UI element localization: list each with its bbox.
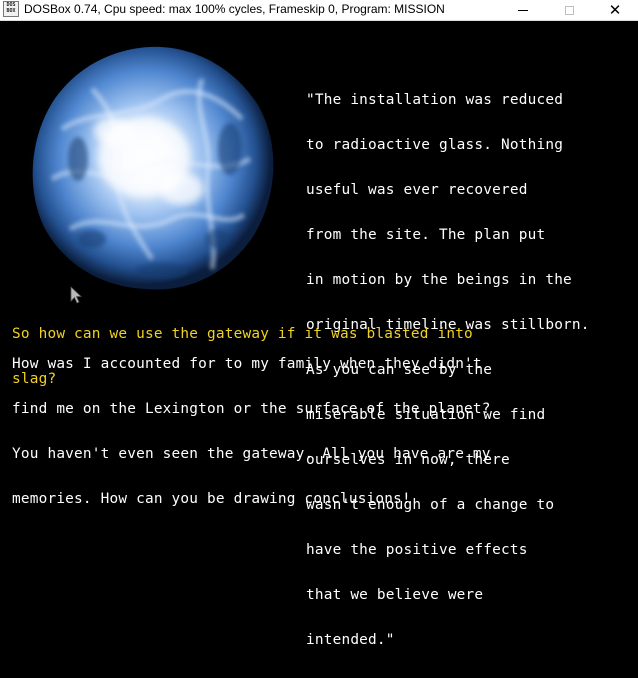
- app-icon-text-bottom: BOX: [6, 8, 16, 14]
- quote-line: have the positive effects: [306, 542, 528, 558]
- minimize-icon: [518, 9, 528, 11]
- planet-image: [22, 39, 282, 299]
- window-title: DOSBox 0.74, Cpu speed: max 100% cycles,…: [24, 2, 445, 16]
- glowing-blue-planet-icon: [26, 41, 278, 293]
- close-button[interactable]: ✕: [592, 0, 638, 20]
- maximize-icon: [564, 5, 574, 15]
- minimize-button[interactable]: [500, 0, 546, 20]
- response-line: find me on the Lexington or the surface …: [12, 401, 491, 417]
- response-line: How was I accounted for to my family whe…: [12, 356, 482, 372]
- mouse-pointer-icon: [70, 286, 83, 304]
- game-screen[interactable]: "The installation was reduced to radioac…: [0, 21, 638, 648]
- quote-line: in motion by the beings in the: [306, 272, 572, 288]
- dosbox-window: DOS BOX DOSBox 0.74, Cpu speed: max 100%…: [0, 0, 638, 648]
- dialogue-option-response[interactable]: How was I accounted for to my family whe…: [12, 327, 632, 537]
- response-line: memories. How can you be drawing conclus…: [12, 491, 411, 507]
- quote-line: to radioactive glass. Nothing: [306, 137, 564, 153]
- quote-line: that we believe were: [306, 587, 484, 603]
- response-line: You haven't even seen the gateway. All y…: [12, 446, 491, 462]
- title-bar[interactable]: DOS BOX DOSBox 0.74, Cpu speed: max 100%…: [0, 0, 638, 21]
- quote-line: from the site. The plan put: [306, 227, 546, 243]
- close-icon: ✕: [608, 1, 622, 19]
- quote-line: intended.": [306, 632, 395, 648]
- dosbox-app-icon[interactable]: DOS BOX: [3, 1, 19, 17]
- quote-line: "The installation was reduced: [306, 92, 564, 108]
- maximize-button[interactable]: [546, 0, 592, 20]
- quote-line: useful was ever recovered: [306, 182, 528, 198]
